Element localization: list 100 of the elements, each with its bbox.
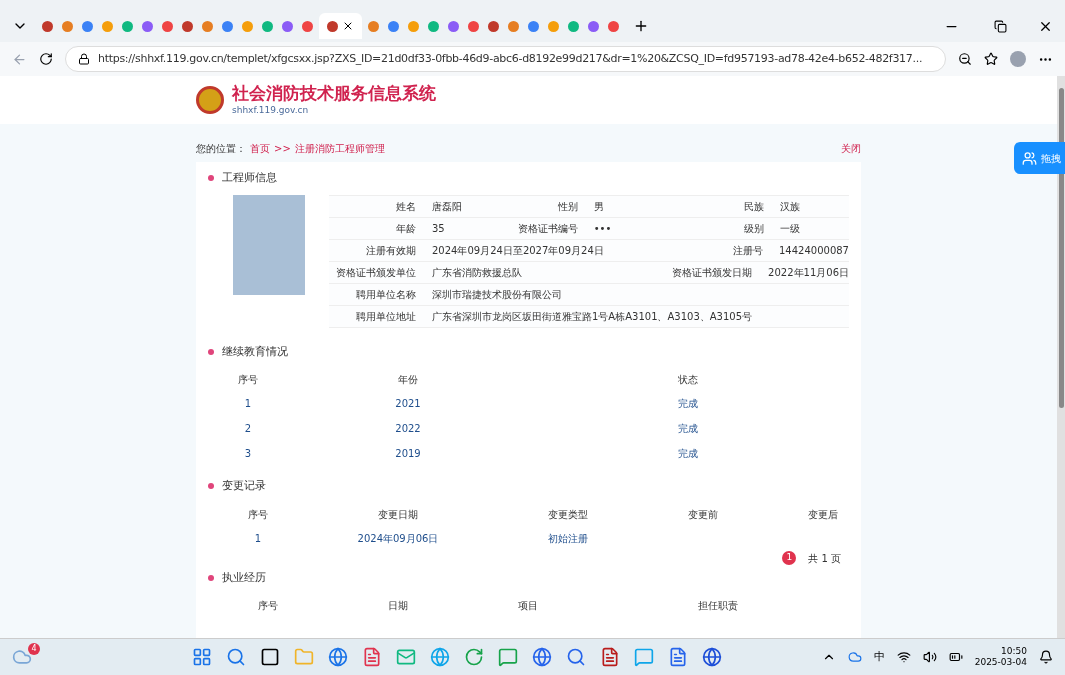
table-cell-text: 完成 [677,447,699,461]
wifi-icon[interactable] [896,650,911,664]
column-header: 变更类型 [547,507,589,522]
volume-icon[interactable] [922,650,937,664]
field-label: 聘用单位地址 [355,309,417,324]
favicon-icon [222,20,233,32]
url-text: https://shhxf.119.gov.cn/templet/xfgcsxx.jsp?ZXS_ID=21d0df33-0fbb-46d9-abc6-d8192e99d217&dr=1%20&ZCSQ_ID=fd957193-ad78-42e4-b652-482f317... [98,50,923,67]
field-value: ••• [592,221,613,236]
column-header: 日期 [387,599,409,613]
field-label: 年龄 [395,221,417,236]
favicon-icon [62,20,73,32]
field-label: 聘用单位名称 [355,287,417,302]
field-label: 注册有效期 [365,243,417,258]
cloud-icon[interactable] [847,650,862,664]
favicon-icon [102,20,113,32]
close-link[interactable]: 关闭 [841,140,861,156]
field-label: 性别 [556,199,579,214]
breadcrumb-label: 您的位置： [196,141,246,156]
restore-icon[interactable] [994,19,1007,33]
start-icon[interactable] [191,647,212,667]
field-label: 资格证书颁发单位 [335,265,417,280]
favicon-icon [408,20,419,32]
field-value: 14424000087 [778,243,849,258]
favicon-icon [388,20,399,32]
favicon-icon [162,20,173,32]
close-tab-icon[interactable] [342,20,354,32]
column-header: 年份 [397,373,419,387]
bullet-icon [208,483,214,490]
field-value: 广东省消防救援总队 [431,265,523,280]
favicon-icon [468,20,479,32]
field-label: 级别 [743,221,766,236]
column-header: 序号 [237,373,259,387]
favicon-icon [142,20,153,32]
refresh-icon[interactable] [39,52,53,66]
weather-icon[interactable] [12,647,32,667]
favicon-icon [568,20,579,32]
table-cell-text: 2 [243,422,253,436]
emblem-icon [196,86,224,114]
mail-icon[interactable] [395,647,416,667]
section-heading: 继续教育情况 [222,343,288,360]
browser-icon[interactable] [327,647,348,667]
zoom-icon[interactable] [958,52,972,66]
section-heading: 工程师信息 [222,170,277,186]
favicon-icon [202,20,213,32]
table-cell-text: 2022 [394,422,422,436]
field-value: 一级 [779,221,802,236]
browser-tab[interactable] [319,13,362,39]
favorite-icon[interactable] [984,52,998,66]
column-header: 变更日期 [377,507,419,522]
favicon-icon [428,20,439,32]
breadcrumb-link[interactable]: >> [274,140,291,156]
favicon-icon [528,20,539,32]
table-cell-text: 2019 [394,447,422,461]
column-header: 项目 [517,599,539,613]
globe-icon[interactable] [531,647,552,667]
globe-icon[interactable] [429,647,450,667]
message-icon[interactable] [633,647,654,667]
bullet-icon [208,574,214,581]
app-icon[interactable] [701,647,722,667]
bullet-icon [208,348,214,355]
bullet-icon [208,175,214,182]
column-header: 状态 [677,373,699,387]
breadcrumb-link[interactable]: 首页 [250,140,270,156]
table-cell-text: 1 [253,531,263,546]
page-number[interactable]: 1 [782,551,797,565]
search-icon[interactable] [225,647,246,667]
table-cell-text: 3 [243,447,253,461]
new-tab-icon[interactable] [633,18,649,34]
breadcrumb-link[interactable]: 注册消防工程师管理 [294,140,385,156]
address-bar[interactable]: https://shhxf.119.gov.cn/templet/xfgcsxx.jsp?ZXS_ID=21d0df33-0fbb-46d9-abc6-d8192e99d217&dr=1%20&ZCSQ_ID=fd957193-ad78-42e4-b652-482f317... [65,46,946,72]
ime-indicator[interactable]: 中 [873,648,885,666]
clock-date: 2025-03-04 [974,657,1027,669]
battery-icon[interactable] [948,650,963,664]
notification-icon[interactable] [1039,650,1053,664]
column-header: 序号 [257,599,279,613]
table-cell-text: 完成 [677,422,699,436]
magnifier-icon[interactable] [565,647,586,667]
back-icon[interactable] [12,51,27,67]
favicon-icon [508,20,519,32]
field-label: 姓名 [395,199,417,214]
drag-button[interactable]: 拖拽 [1014,142,1065,174]
chat-icon[interactable] [497,647,518,667]
favicon-icon [122,20,133,32]
favicon-icon [368,20,379,32]
favicon-icon [488,20,499,32]
task-view-icon[interactable] [259,647,280,667]
favicon-icon [327,20,338,32]
column-header: 变更后 [807,507,839,522]
favicon-icon [42,20,53,32]
column-header: 序号 [247,507,269,522]
field-value: 深圳市瑞捷技术股份有限公司 [431,287,563,302]
favicon-icon [302,20,313,32]
column-header: 担任职责 [697,599,739,613]
column-header: 变更前 [687,507,719,522]
field-label: 民族 [743,199,766,214]
table-cell-text: 1 [243,397,253,411]
sync-icon[interactable] [463,647,484,667]
favicon-icon [282,20,293,32]
profile-icon[interactable] [1010,51,1026,67]
site-title: 社会消防技术服务信息系统 [232,82,436,104]
